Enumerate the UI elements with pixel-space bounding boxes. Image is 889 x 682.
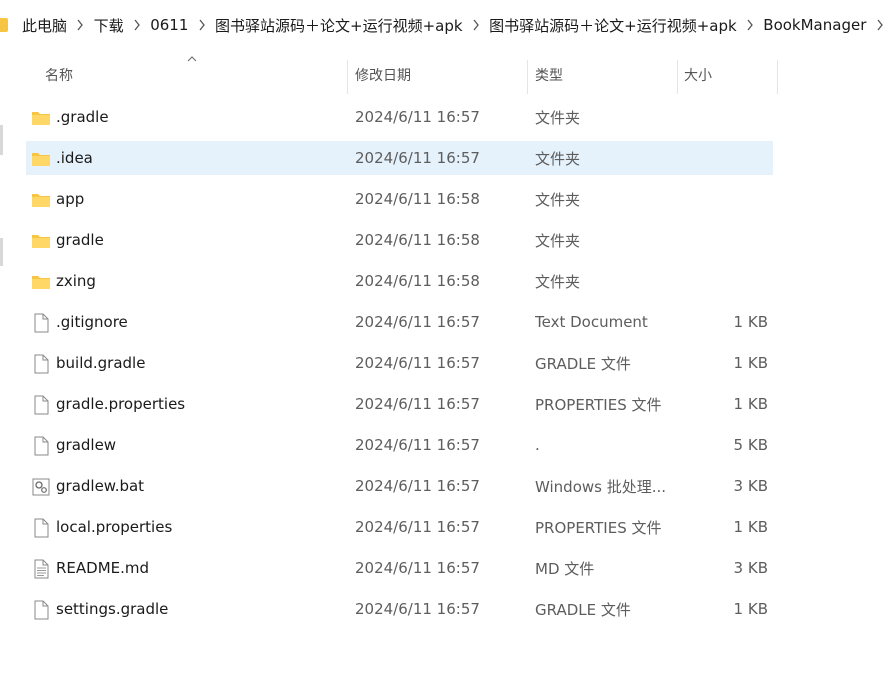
file-name: gradlew (56, 436, 117, 454)
file-date-modified: 2024/6/11 16:57 (355, 354, 480, 372)
file-date-modified: 2024/6/11 16:57 (355, 600, 480, 618)
file-date-modified: 2024/6/11 16:57 (355, 477, 480, 495)
file-row[interactable]: app 2024/6/11 16:58 文件夹 (26, 182, 773, 216)
folder-icon (31, 272, 51, 292)
breadcrumb-item-this-pc[interactable]: 此电脑 (18, 15, 71, 36)
folder-icon (31, 231, 51, 251)
breadcrumb-item-downloads[interactable]: 下载 (90, 15, 128, 36)
file-row[interactable]: .gradle 2024/6/11 16:57 文件夹 (26, 100, 773, 134)
chevron-right-icon[interactable] (467, 19, 486, 31)
file-date-modified: 2024/6/11 16:58 (355, 231, 480, 249)
chevron-right-icon[interactable] (192, 19, 211, 31)
file-row[interactable]: gradlew 2024/6/11 16:57. 5 KB (26, 428, 773, 462)
file-row[interactable]: gradle 2024/6/11 16:58 文件夹 (26, 223, 773, 257)
file-size: 1 KB (733, 600, 768, 618)
column-divider[interactable] (677, 60, 678, 94)
breadcrumb-item-project-folder[interactable]: 图书驿站源码＋论文+运行视频+apk (211, 15, 467, 36)
file-row[interactable]: gradle.properties 2024/6/11 16:57 PROPERTI… (26, 387, 773, 421)
chevron-right-icon[interactable] (870, 19, 889, 31)
file-name: gradlew.bat (56, 477, 145, 495)
column-divider[interactable] (347, 60, 348, 94)
file-icon (31, 600, 51, 620)
file-date-modified: 2024/6/11 16:57 (355, 518, 480, 536)
column-divider[interactable] (777, 60, 778, 94)
breadcrumb-item-0611[interactable]: 0611 (146, 16, 192, 34)
file-type: . (535, 436, 540, 454)
file-row[interactable]: local.properties 2024/6/11 16:57 PROPERTIE… (26, 510, 773, 544)
file-date-modified: 2024/6/11 16:57 (355, 436, 480, 454)
file-type: 文件夹 (535, 231, 581, 250)
file-row[interactable]: .gitignore 2024/6/11 16:57 Text Document 1 … (26, 305, 773, 339)
file-type: PROPERTIES 文件 (535, 395, 662, 414)
file-name: README.md (56, 559, 150, 577)
file-date-modified: 2024/6/11 16:58 (355, 272, 480, 290)
file-size: 1 KB (733, 354, 768, 372)
file-icon (31, 395, 51, 415)
file-row[interactable]: settings.gradle 2024/6/11 16:57 GRADLE 文件 1… (26, 592, 773, 626)
file-date-modified: 2024/6/11 16:57 (355, 395, 480, 413)
file-type: 文件夹 (535, 108, 581, 127)
file-icon (31, 518, 51, 538)
breadcrumb-item-bookmanager[interactable]: BookManager (759, 16, 870, 34)
file-name: build.gradle (56, 354, 146, 372)
folder-icon (31, 190, 51, 210)
file-name: settings.gradle (56, 600, 169, 618)
file-type: MD 文件 (535, 559, 595, 578)
file-name: app (56, 190, 85, 208)
file-row[interactable]: gradlew.bat 2024/6/11 16:57 Windows 批处理...… (26, 469, 773, 503)
sort-ascending-icon (187, 56, 197, 62)
folder-icon (31, 149, 51, 169)
file-name: zxing (56, 272, 96, 290)
file-name: gradle (56, 231, 104, 249)
chevron-right-icon[interactable] (71, 19, 90, 31)
file-date-modified: 2024/6/11 16:57 (355, 108, 480, 126)
file-type: PROPERTIES 文件 (535, 518, 662, 537)
file-date-modified: 2024/6/11 16:57 (355, 559, 480, 577)
file-date-modified: 2024/6/11 16:57 (355, 149, 480, 167)
column-header-date[interactable]: 修改日期 (355, 50, 411, 100)
chevron-right-icon[interactable] (128, 19, 147, 31)
file-date-modified: 2024/6/11 16:58 (355, 190, 480, 208)
file-type: GRADLE 文件 (535, 354, 631, 373)
file-row[interactable]: zxing 2024/6/11 16:58 文件夹 (26, 264, 773, 298)
file-row[interactable]: build.gradle 2024/6/11 16:57 GRADLE 文件 1 KB (26, 346, 773, 380)
breadcrumb: 此电脑 下载 0611 图书驿站源码＋论文+运行视频+apk 图书驿站源码＋论文… (0, 0, 889, 50)
file-row[interactable]: README.md 2024/6/11 16:57 MD 文件 3 KB (26, 551, 773, 585)
batch-file-icon (31, 477, 51, 497)
file-name: .gitignore (56, 313, 128, 331)
file-name: local.properties (56, 518, 173, 536)
navigation-pane-edge (0, 125, 3, 155)
file-name: .idea (56, 149, 93, 167)
file-type: Text Document (535, 313, 648, 331)
folder-icon (0, 18, 8, 32)
file-size: 3 KB (733, 477, 768, 495)
folder-icon (31, 108, 51, 128)
column-divider[interactable] (527, 60, 528, 94)
file-type: 文件夹 (535, 190, 581, 209)
file-name: .gradle (56, 108, 109, 126)
file-type: GRADLE 文件 (535, 600, 631, 619)
file-date-modified: 2024/6/11 16:57 (355, 313, 480, 331)
file-size: 1 KB (733, 395, 768, 413)
column-header: 名称 修改日期 类型 大小 (0, 50, 889, 100)
file-size: 1 KB (733, 313, 768, 331)
file-size: 1 KB (733, 518, 768, 536)
column-header-type[interactable]: 类型 (535, 50, 563, 100)
file-type: Windows 批处理... (535, 477, 667, 496)
column-header-name[interactable]: 名称 (45, 50, 73, 100)
file-icon (31, 313, 51, 333)
file-size: 5 KB (733, 436, 768, 454)
text-file-icon (31, 559, 51, 579)
navigation-pane-edge (0, 238, 3, 266)
file-type: 文件夹 (535, 272, 581, 291)
file-type: 文件夹 (535, 149, 581, 168)
file-icon (31, 354, 51, 374)
file-icon (31, 436, 51, 456)
column-header-size[interactable]: 大小 (684, 50, 712, 100)
chevron-right-icon[interactable] (741, 19, 760, 31)
file-row[interactable]: .idea 2024/6/11 16:57 文件夹 (26, 141, 773, 175)
breadcrumb-item-project-subfolder[interactable]: 图书驿站源码＋论文+运行视频+apk (485, 15, 741, 36)
file-name: gradle.properties (56, 395, 186, 413)
file-size: 3 KB (733, 559, 768, 577)
